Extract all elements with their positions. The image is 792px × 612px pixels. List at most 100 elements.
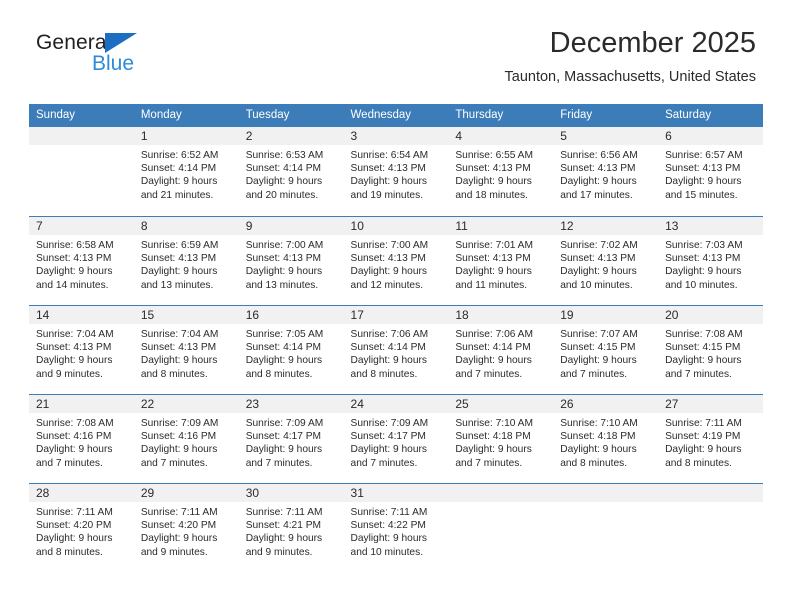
day-sun-info: Sunrise: 7:00 AM Sunset: 4:13 PM Daylight:…	[344, 235, 449, 292]
calendar-day-cell[interactable]: 27 Sunrise: 7:11 AM Sunset: 4:19 PM Dayligh…	[658, 394, 763, 483]
calendar-day-cell[interactable]: 29 Sunrise: 7:11 AM Sunset: 4:20 PM Dayligh…	[133, 483, 239, 572]
day-daylight-line2-text: and 9 minutes.	[245, 546, 313, 558]
calendar-day-cell[interactable]: 23 Sunrise: 7:09 AM Sunset: 4:17 PM Dayligh…	[238, 394, 344, 483]
day-number	[658, 484, 763, 502]
day-daylight-line1-text: Daylight: 9 hours	[350, 176, 427, 188]
day-sun-info: Sunrise: 6:59 AM Sunset: 4:13 PM Daylight:…	[134, 235, 239, 292]
day-number: 1	[133, 127, 239, 145]
day-number: 8	[133, 217, 239, 235]
calendar-day-cell[interactable]: 20 Sunrise: 7:08 AM Sunset: 4:15 PM Dayligh…	[658, 305, 763, 394]
general-blue-logo[interactable]: General Blue	[36, 32, 236, 84]
day-daylight-line2-text: and 15 minutes.	[665, 189, 738, 201]
day-number: 9	[238, 217, 344, 235]
day-sunset-text: Sunset: 4:17 PM	[245, 431, 322, 443]
day-sun-info: Sunrise: 7:11 AM Sunset: 4:20 PM Daylight:…	[134, 502, 239, 559]
day-daylight-line2-text: and 14 minutes.	[36, 279, 109, 291]
day-sunset-text: Sunset: 4:13 PM	[350, 163, 426, 175]
day-daylight-line2-text: and 20 minutes.	[245, 189, 319, 201]
day-cell-content: 2 Sunrise: 6:53 AM Sunset: 4:14 PM Daylight…	[238, 127, 344, 216]
calendar-day-cell[interactable]: 4 Sunrise: 6:55 AM Sunset: 4:13 PM Daylight…	[448, 127, 554, 216]
day-daylight-line1-text: Daylight: 9 hours	[455, 266, 532, 278]
calendar-day-cell[interactable]: 18 Sunrise: 7:06 AM Sunset: 4:14 PM Dayligh…	[448, 305, 554, 394]
calendar-day-cell[interactable]: 26 Sunrise: 7:10 AM Sunset: 4:18 PM Dayligh…	[553, 394, 659, 483]
day-sunrise-text: Sunrise: 7:06 AM	[455, 329, 533, 340]
calendar-day-cell[interactable]: 19 Sunrise: 7:07 AM Sunset: 4:15 PM Dayligh…	[553, 305, 659, 394]
page-header: General Blue December 2025 Taunton, Mass…	[0, 0, 792, 100]
calendar-day-cell[interactable]: 10 Sunrise: 7:00 AM Sunset: 4:13 PM Dayligh…	[343, 216, 449, 305]
day-number: 20	[658, 306, 763, 324]
calendar-day-cell[interactable]: 8 Sunrise: 6:59 AM Sunset: 4:13 PM Daylight…	[133, 216, 239, 305]
day-sunrise-text: Sunrise: 7:10 AM	[455, 418, 533, 429]
day-cell-content: 13 Sunrise: 7:03 AM Sunset: 4:13 PM Dayligh…	[658, 216, 763, 305]
calendar-day-cell[interactable]: 21 Sunrise: 7:08 AM Sunset: 4:16 PM Dayligh…	[29, 394, 134, 483]
day-sunset-text: Sunset: 4:14 PM	[245, 342, 322, 354]
day-sun-info: Sunrise: 6:56 AM Sunset: 4:13 PM Daylight:…	[553, 145, 658, 202]
day-number: 6	[658, 127, 763, 145]
day-sunrise-text: Sunrise: 7:09 AM	[245, 418, 324, 429]
day-daylight-line1-text: Daylight: 9 hours	[140, 266, 218, 278]
day-daylight-line1-text: Daylight: 9 hours	[350, 266, 427, 278]
weekday-header-tuesday: Tuesday	[238, 104, 344, 127]
day-daylight-line2-text: and 7 minutes.	[455, 368, 523, 380]
calendar-day-cell[interactable]: 15 Sunrise: 7:04 AM Sunset: 4:13 PM Dayligh…	[133, 305, 239, 394]
day-sunset-text: Sunset: 4:14 PM	[245, 163, 322, 175]
calendar-day-cell[interactable]: 1 Sunrise: 6:52 AM Sunset: 4:14 PM Daylight…	[133, 127, 239, 216]
calendar-day-cell[interactable]: 5 Sunrise: 6:56 AM Sunset: 4:13 PM Daylight…	[553, 127, 659, 216]
title-block: December 2025 Taunton, Massachusetts, Un…	[505, 27, 756, 85]
weekday-header-wednesday: Wednesday	[343, 104, 449, 127]
day-daylight-line1-text: Daylight: 9 hours	[140, 176, 218, 188]
calendar-day-cell[interactable]: 7 Sunrise: 6:58 AM Sunset: 4:13 PM Daylight…	[29, 216, 134, 305]
day-daylight-line2-text: and 13 minutes.	[245, 279, 319, 291]
calendar-day-cell[interactable]: 24 Sunrise: 7:09 AM Sunset: 4:17 PM Dayligh…	[343, 394, 449, 483]
day-daylight-line2-text: and 10 minutes.	[350, 546, 424, 558]
calendar-day-cell[interactable]: 30 Sunrise: 7:11 AM Sunset: 4:21 PM Dayligh…	[238, 483, 344, 572]
day-cell-content: 10 Sunrise: 7:00 AM Sunset: 4:13 PM Dayligh…	[343, 216, 449, 305]
calendar-day-cell	[448, 483, 554, 572]
day-daylight-line1-text: Daylight: 9 hours	[245, 176, 323, 188]
weekday-header-thursday: Thursday	[448, 104, 554, 127]
day-number: 29	[133, 484, 239, 502]
day-cell-content: 23 Sunrise: 7:09 AM Sunset: 4:17 PM Dayligh…	[238, 394, 344, 483]
calendar-day-cell[interactable]: 14 Sunrise: 7:04 AM Sunset: 4:13 PM Dayligh…	[29, 305, 134, 394]
day-sunset-text: Sunset: 4:18 PM	[455, 431, 531, 443]
day-cell-content: 19 Sunrise: 7:07 AM Sunset: 4:15 PM Dayligh…	[553, 305, 659, 394]
calendar-day-cell[interactable]: 9 Sunrise: 7:00 AM Sunset: 4:13 PM Daylight…	[238, 216, 344, 305]
calendar-day-cell[interactable]: 3 Sunrise: 6:54 AM Sunset: 4:13 PM Daylight…	[343, 127, 449, 216]
calendar-day-cell[interactable]: 28 Sunrise: 7:11 AM Sunset: 4:20 PM Dayligh…	[29, 483, 134, 572]
day-sunrise-text: Sunrise: 7:00 AM	[350, 240, 429, 251]
calendar-day-cell[interactable]: 17 Sunrise: 7:06 AM Sunset: 4:14 PM Dayligh…	[343, 305, 449, 394]
day-number: 19	[553, 306, 659, 324]
day-sun-info: Sunrise: 7:09 AM Sunset: 4:17 PM Daylight:…	[344, 413, 449, 470]
day-sun-info: Sunrise: 6:54 AM Sunset: 4:13 PM Daylight:…	[344, 145, 449, 202]
day-daylight-line1-text: Daylight: 9 hours	[350, 444, 427, 456]
day-sunset-text: Sunset: 4:13 PM	[560, 253, 636, 265]
calendar-day-cell[interactable]: 12 Sunrise: 7:02 AM Sunset: 4:13 PM Dayligh…	[553, 216, 659, 305]
day-cell-content: 12 Sunrise: 7:02 AM Sunset: 4:13 PM Dayligh…	[553, 216, 659, 305]
calendar-day-cell	[29, 127, 134, 216]
day-sunrise-text: Sunrise: 7:04 AM	[140, 329, 219, 340]
calendar-day-cell[interactable]: 22 Sunrise: 7:09 AM Sunset: 4:16 PM Dayligh…	[133, 394, 239, 483]
day-daylight-line1-text: Daylight: 9 hours	[350, 533, 427, 545]
day-sun-info: Sunrise: 7:00 AM Sunset: 4:13 PM Daylight:…	[239, 235, 344, 292]
calendar-day-cell[interactable]: 6 Sunrise: 6:57 AM Sunset: 4:13 PM Daylight…	[658, 127, 763, 216]
calendar-day-cell[interactable]: 25 Sunrise: 7:10 AM Sunset: 4:18 PM Dayligh…	[448, 394, 554, 483]
day-number: 5	[553, 127, 659, 145]
weekday-header-row: Sunday Monday Tuesday Wednesday Thursday…	[29, 104, 763, 127]
day-sunrise-text: Sunrise: 7:01 AM	[455, 240, 533, 251]
day-daylight-line2-text: and 8 minutes.	[560, 457, 628, 469]
day-number: 2	[238, 127, 344, 145]
logo-triangle-icon	[105, 33, 137, 53]
day-sun-info: Sunrise: 7:05 AM Sunset: 4:14 PM Daylight:…	[239, 324, 344, 381]
day-sunrise-text: Sunrise: 6:56 AM	[560, 150, 638, 161]
day-sun-info: Sunrise: 7:01 AM Sunset: 4:13 PM Daylight:…	[448, 235, 553, 292]
day-cell-content: 11 Sunrise: 7:01 AM Sunset: 4:13 PM Dayligh…	[448, 216, 554, 305]
calendar-day-cell[interactable]: 2 Sunrise: 6:53 AM Sunset: 4:14 PM Daylight…	[238, 127, 344, 216]
day-daylight-line1-text: Daylight: 9 hours	[560, 176, 637, 188]
day-cell-content: 15 Sunrise: 7:04 AM Sunset: 4:13 PM Dayligh…	[133, 305, 239, 394]
day-cell-content: 14 Sunrise: 7:04 AM Sunset: 4:13 PM Dayligh…	[29, 305, 134, 394]
calendar-day-cell[interactable]: 31 Sunrise: 7:11 AM Sunset: 4:22 PM Dayligh…	[343, 483, 449, 572]
calendar-day-cell[interactable]: 13 Sunrise: 7:03 AM Sunset: 4:13 PM Dayligh…	[658, 216, 763, 305]
calendar-day-cell[interactable]: 11 Sunrise: 7:01 AM Sunset: 4:13 PM Dayligh…	[448, 216, 554, 305]
day-daylight-line2-text: and 7 minutes.	[140, 457, 208, 469]
calendar-day-cell[interactable]: 16 Sunrise: 7:05 AM Sunset: 4:14 PM Dayligh…	[238, 305, 344, 394]
